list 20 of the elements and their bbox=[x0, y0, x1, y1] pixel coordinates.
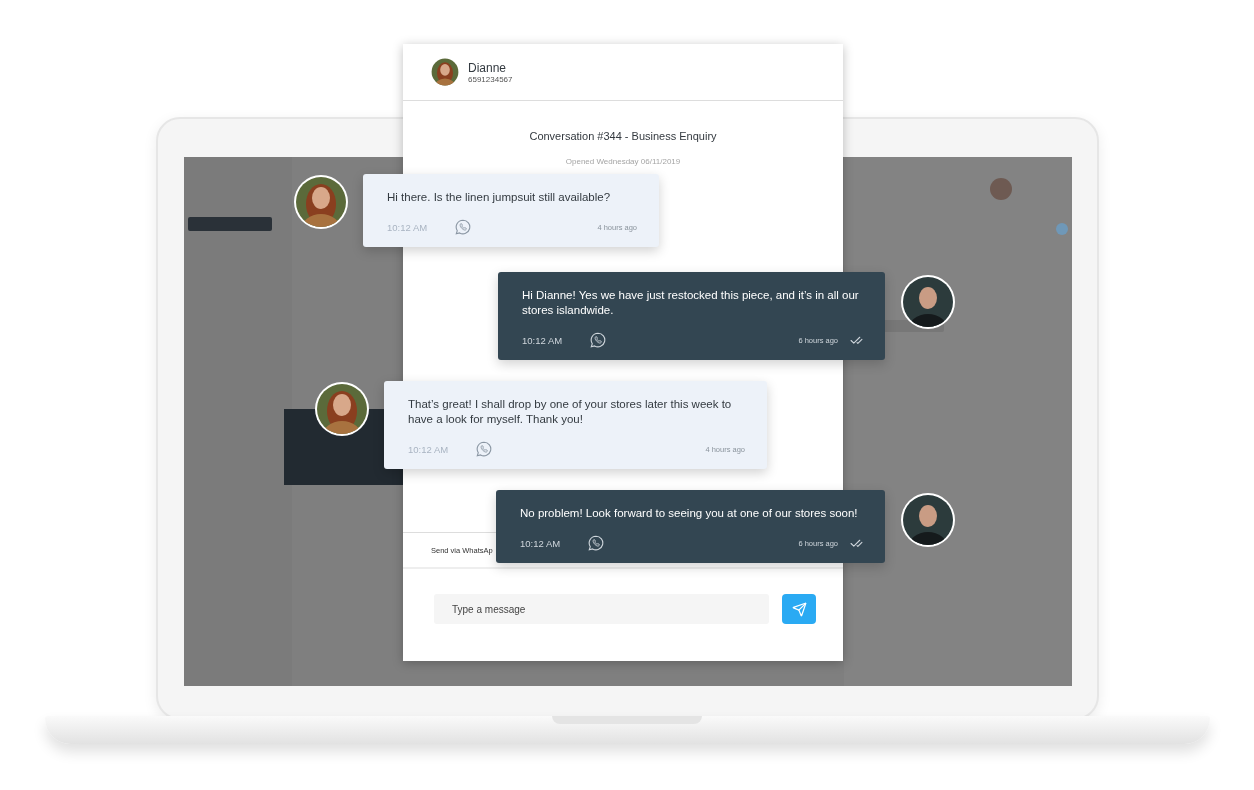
whatsapp-icon bbox=[588, 535, 604, 551]
message-text: No problem! Look forward to seeing you at one of our stores soon! bbox=[520, 506, 859, 521]
opened-date: Opened Wednesday 06/11/2019 bbox=[564, 157, 682, 166]
send-button[interactable] bbox=[782, 594, 816, 624]
conversation-title: Conversation #344 - Business Enquiry bbox=[528, 130, 718, 142]
avatar-icon bbox=[430, 57, 460, 87]
message-time: 10:12 AM bbox=[520, 537, 562, 549]
message-input[interactable]: Type a message bbox=[434, 594, 769, 624]
message-time: 10:12 AM bbox=[387, 221, 429, 233]
message-time: 10:12 AM bbox=[408, 443, 450, 455]
whatsapp-icon bbox=[590, 332, 606, 348]
whatsapp-icon bbox=[455, 219, 471, 235]
message-text: Hi there. Is the linen jumpsuit still available? bbox=[387, 190, 612, 205]
message-time: 10:12 AM bbox=[522, 334, 564, 346]
contact-phone: 6591234567 bbox=[468, 74, 513, 84]
send-icon bbox=[791, 601, 807, 617]
message-text: Hi Dianne! Yes we have just restocked this piece, and it’s in all our stores islandwide. bbox=[522, 288, 860, 318]
contact-name: Dianne bbox=[468, 60, 508, 75]
message-text: That’s great! I shall drop by one of your stores later this week to have a look for myself. Thank you! bbox=[408, 397, 733, 427]
whatsapp-icon bbox=[476, 441, 492, 457]
